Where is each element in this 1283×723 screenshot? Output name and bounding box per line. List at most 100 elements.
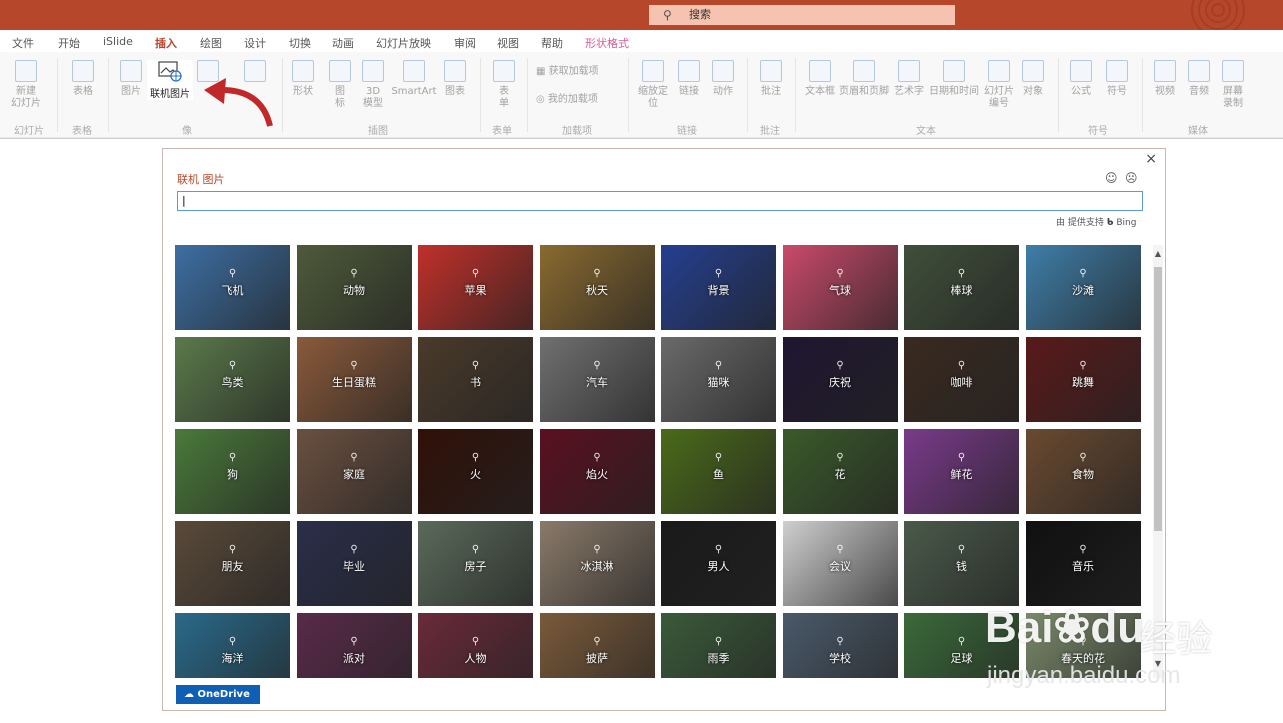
magnifier-icon: ⚲ [957,360,966,371]
image-tile-celebration[interactable]: ⚲ 庆祝 [782,337,898,422]
tab-islide[interactable]: iSlide [103,35,133,48]
tile-label: 派对 [343,652,365,665]
bing-label: Bing [1116,218,1137,228]
magnifier-icon: ⚲ [228,452,237,463]
image-search-input[interactable]: | [177,191,1143,211]
image-tile-animal[interactable]: ⚲ 动物 [296,245,412,330]
image-tile-people[interactable]: ⚲ 人物 [418,613,533,678]
magnifier-icon: ⚲ [228,636,237,647]
online-picture-button[interactable]: 联机图片 [147,60,193,100]
image-tile-rain[interactable]: ⚲ 雨季 [661,613,776,678]
tile-label: 咖啡 [950,376,973,389]
image-tile-cat[interactable]: ⚲ 猫咪 [661,337,776,422]
magnifier-icon: ⚲ [350,636,358,647]
image-tile-friends[interactable]: ⚲ 朋友 [175,521,290,606]
image-tile-coffee[interactable]: ⚲ 咖啡 [904,337,1019,422]
magnifier-icon: ⚲ [350,452,358,463]
image-tile-man[interactable]: ⚲ 男人 [661,521,776,606]
image-tile-car[interactable]: ⚲ 汽车 [539,337,655,422]
tile-label: 苹果 [464,284,487,297]
watermark-url: jingyan.baidu.com [987,662,1181,689]
close-icon[interactable]: × [1145,151,1157,167]
image-tile-ocean[interactable]: ⚲ 海洋 [175,613,290,678]
image-tile-food[interactable]: ⚲ 食物 [1025,429,1141,514]
tile-label: 跳舞 [1072,376,1094,389]
tile-label: 飞机 [221,284,244,297]
tab-transitions[interactable]: 切换 [289,35,311,51]
tile-label: 鸟类 [221,376,244,389]
tab-slideshow[interactable]: 幻灯片放映 [376,35,431,51]
image-tile-bird[interactable]: ⚲ 鸟类 [175,337,290,422]
tab-help[interactable]: 帮助 [541,35,563,51]
image-tile-balloon[interactable]: ⚲ 气球 [782,245,898,330]
tile-label: 食物 [1072,468,1094,481]
image-tile-apple[interactable]: ⚲ 苹果 [418,245,533,330]
cloud-icon: ☁ [184,689,198,700]
onedrive-button[interactable]: ☁ OneDrive [176,685,260,704]
tile-label: 秋天 [586,284,608,297]
tab-draw[interactable]: 绘图 [200,35,222,51]
tile-label: 庆祝 [829,376,851,389]
tab-home[interactable]: 开始 [58,35,80,51]
image-tile-book[interactable]: ⚲ 书 [418,337,533,422]
tab-review[interactable]: 审阅 [454,35,476,51]
magnifier-icon: ⚲ [471,452,480,463]
tab-animations[interactable]: 动画 [332,35,354,51]
paw-icon: ❀ [1053,603,1091,652]
tab-shape-format[interactable]: 形状格式 [585,35,629,51]
magnifier-icon: ⚲ [593,452,601,463]
image-tile-baseball[interactable]: ⚲ 棒球 [904,245,1019,330]
tile-label: 沙滩 [1072,284,1094,297]
image-tile-autumn[interactable]: ⚲ 秋天 [539,245,655,330]
tab-file[interactable]: 文件 [12,35,34,51]
image-tile-dog[interactable]: ⚲ 狗 [175,429,290,514]
magnifier-icon: ⚲ [471,636,480,647]
magnifier-icon: ⚲ [593,360,601,371]
image-tile-airplane[interactable]: ⚲ 飞机 [175,245,290,330]
image-tile-flowers[interactable]: ⚲ 鲜花 [904,429,1019,514]
tile-label: 汽车 [586,376,608,389]
tile-label: 人物 [464,652,487,665]
tile-label: 海洋 [221,652,244,665]
title-bar: ⚲ 搜索 [0,0,1283,30]
bing-logo-icon: ᑲ [1106,218,1114,228]
magnifier-icon: ⚲ [957,452,966,463]
image-tile-graduation[interactable]: ⚲ 毕业 [296,521,412,606]
image-tile-fireworks[interactable]: ⚲ 焰火 [539,429,655,514]
tile-label: 音乐 [1072,560,1094,573]
image-tile-beach[interactable]: ⚲ 沙滩 [1025,245,1141,330]
image-tile-house[interactable]: ⚲ 房子 [418,521,533,606]
magnifier-icon: ⚲ [714,268,723,279]
image-tile-dance[interactable]: ⚲ 跳舞 [1025,337,1141,422]
image-tile-birthday-cake[interactable]: ⚲ 生日蛋糕 [296,337,412,422]
magnifier-icon: ⚲ [228,268,237,279]
smile-feedback-icon[interactable]: ☺ [1105,171,1118,185]
magnifier-icon: ⚲ [471,544,480,555]
image-tile-party[interactable]: ⚲ 派对 [296,613,412,678]
image-tile-flower[interactable]: ⚲ 花 [782,429,898,514]
scrollbar-thumb[interactable] [1154,267,1162,531]
image-tile-background[interactable]: ⚲ 背景 [661,245,776,330]
frown-feedback-icon[interactable]: ☹ [1125,171,1138,185]
image-tile-school[interactable]: ⚲ 学校 [782,613,898,678]
tile-label: 家庭 [343,468,365,481]
magnifier-icon: ⚲ [714,544,723,555]
image-tile-family[interactable]: ⚲ 家庭 [296,429,412,514]
tile-label: 毕业 [343,560,365,573]
magnifier-icon: ⚲ [957,268,966,279]
magnifier-icon: ⚲ [593,544,601,555]
magnifier-icon: ⚲ [957,544,966,555]
search-box[interactable]: ⚲ 搜索 [649,5,955,25]
image-tile-fire[interactable]: ⚲ 火 [418,429,533,514]
tab-view[interactable]: 视图 [497,35,519,51]
image-tile-meeting[interactable]: ⚲ 会议 [782,521,898,606]
magnifier-icon: ⚲ [350,360,358,371]
magnifier-icon: ⚲ [1079,268,1087,279]
tile-label: 钱 [956,560,967,573]
image-tile-ice-cream[interactable]: ⚲ 冰淇淋 [539,521,655,606]
image-tile-pizza[interactable]: ⚲ 披萨 [539,613,655,678]
image-tile-fish[interactable]: ⚲ 鱼 [661,429,776,514]
scroll-up-icon[interactable]: ▲ [1153,249,1163,258]
tab-design[interactable]: 设计 [244,35,266,51]
tile-label: 披萨 [586,652,608,665]
